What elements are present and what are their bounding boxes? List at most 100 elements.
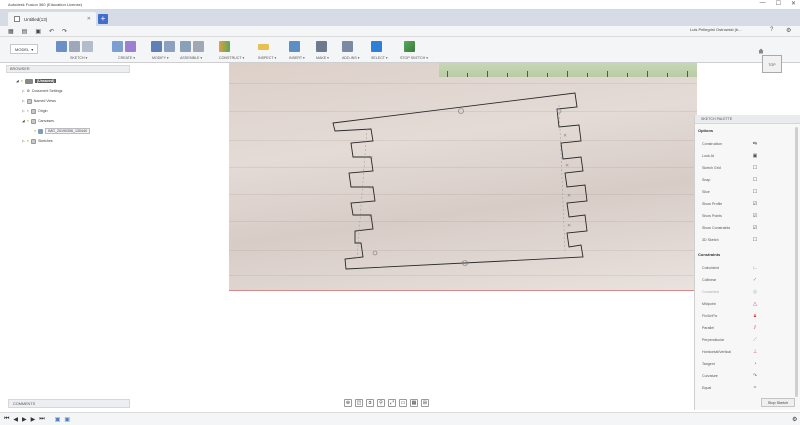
- settings-icon[interactable]: ⚙: [786, 27, 791, 34]
- display-settings-icon[interactable]: ▭: [399, 399, 407, 407]
- palette-option-show-points[interactable]: Show Points ☑: [702, 211, 794, 221]
- browser-item-root[interactable]: ◢ ● (Unsaved): [16, 77, 57, 85]
- expand-arrow-icon[interactable]: ▷: [22, 89, 25, 93]
- browser-item-canvases[interactable]: ◢ ● Canvases: [22, 117, 54, 125]
- look-at-icon[interactable]: ◫: [355, 399, 363, 407]
- constraint-glyph[interactable]: ✕: [567, 223, 571, 229]
- light-bulb-icon[interactable]: ●: [34, 129, 36, 133]
- fix-icon[interactable]: 🔒︎: [752, 313, 758, 319]
- line-icon[interactable]: [69, 41, 80, 52]
- parallel-icon[interactable]: ⫽: [752, 325, 758, 331]
- close-window-button[interactable]: ✕: [791, 0, 796, 7]
- design-canvas[interactable]: ✕ ✕ ✕ ✕ ✕ ✕ ✕: [229, 63, 697, 291]
- go-to-start-icon[interactable]: ⏮: [4, 416, 9, 423]
- minimize-button[interactable]: —: [760, 0, 766, 7]
- constraint-glyph[interactable]: ✕: [369, 215, 373, 221]
- expand-arrow-icon[interactable]: ▷: [22, 139, 25, 143]
- look-at-icon[interactable]: ▣: [752, 153, 758, 159]
- constraint-parallel[interactable]: Parallel ⫽: [702, 323, 794, 333]
- grid-settings-icon[interactable]: ▦: [410, 399, 418, 407]
- home-icon[interactable]: [758, 48, 764, 54]
- extrude-icon[interactable]: [112, 41, 123, 52]
- palette-option-sketch-grid[interactable]: Sketch Grid ☐: [702, 163, 794, 173]
- ribbon-group-addins[interactable]: ADD-INS ▾: [342, 41, 366, 62]
- constraint-horizontal-vertical[interactable]: Horizontal/Vertical ⊥: [702, 347, 794, 357]
- play-icon[interactable]: ▶: [22, 416, 27, 423]
- collinear-icon[interactable]: ✓: [752, 277, 758, 283]
- palette-option-snap[interactable]: Snap ☐: [702, 175, 794, 185]
- view-cube[interactable]: TOP: [758, 48, 786, 76]
- scripts-icon[interactable]: [342, 41, 353, 52]
- ribbon-group-create[interactable]: CREATE ▾: [112, 41, 148, 62]
- redo-icon[interactable]: ↷: [62, 28, 67, 35]
- press-pull-icon[interactable]: [151, 41, 162, 52]
- ribbon-group-construct[interactable]: CONSTRUCT ▾: [219, 41, 259, 62]
- maximize-button[interactable]: ☐: [776, 0, 781, 7]
- go-to-end-icon[interactable]: ⏭: [39, 416, 44, 423]
- select-cursor-icon[interactable]: [371, 41, 382, 52]
- sketch-point[interactable]: [372, 250, 378, 256]
- constraint-curvature[interactable]: Curvature ↷: [702, 371, 794, 381]
- constraints-section-title[interactable]: Constraints: [698, 252, 720, 257]
- constraint-tangent[interactable]: Tangent ◔: [702, 359, 794, 369]
- palette-option-show-profile[interactable]: Show Profile ☑: [702, 199, 794, 209]
- expand-arrow-icon[interactable]: ▷: [22, 109, 25, 113]
- palette-option-3d-sketch[interactable]: 3D Sketch ☐: [702, 235, 794, 245]
- constraint-glyph[interactable]: ✕: [369, 185, 373, 191]
- constraint-collinear[interactable]: Collinear ✓: [702, 275, 794, 285]
- create-sketch-icon[interactable]: [56, 41, 67, 52]
- timeline-settings-icon[interactable]: ⚙: [792, 416, 797, 423]
- stop-sketch-icon[interactable]: [404, 41, 415, 52]
- palette-option-construction[interactable]: Construction ⇆: [702, 139, 794, 149]
- curvature-icon[interactable]: ↷: [752, 373, 758, 379]
- sketch-palette-header[interactable]: SKETCH PALETTE: [695, 115, 800, 124]
- sketch-grid-icon[interactable]: ☐: [752, 165, 758, 171]
- collapse-arrow-icon[interactable]: ◢: [16, 79, 19, 83]
- snap-icon[interactable]: ☐: [752, 177, 758, 183]
- ribbon-group-stop-sketch[interactable]: STOP SKETCH ▾: [400, 41, 436, 62]
- help-icon[interactable]: ?: [770, 27, 773, 33]
- document-tab[interactable]: Untitled(13) ✕: [8, 12, 96, 26]
- constraint-glyph[interactable]: ✕: [567, 193, 571, 199]
- insert-image-icon[interactable]: [289, 41, 300, 52]
- new-component-icon[interactable]: [180, 41, 191, 52]
- offset-plane-icon[interactable]: [219, 41, 230, 52]
- constraint-glyph[interactable]: ✕: [563, 133, 567, 139]
- constraint-glyph[interactable]: ✕: [565, 163, 569, 169]
- user-account-name[interactable]: Luis Pellegrini Ostrowski (b...: [690, 27, 742, 32]
- timeline-feature-icon[interactable]: ▣: [64, 416, 70, 423]
- browser-header[interactable]: BROWSER: [6, 65, 130, 73]
- ribbon-group-sketch[interactable]: SKETCH ▾: [56, 41, 96, 62]
- palette-option-slice[interactable]: Slice ☐: [702, 187, 794, 197]
- comments-panel[interactable]: COMMENTS: [8, 399, 130, 408]
- expand-arrow-icon[interactable]: ▷: [22, 99, 25, 103]
- light-bulb-icon[interactable]: ●: [27, 119, 29, 123]
- sketch-profile[interactable]: [332, 92, 588, 270]
- ribbon-group-select[interactable]: SELECT ▾: [371, 41, 393, 62]
- construction-line[interactable]: [356, 128, 368, 260]
- perpendicular-icon[interactable]: ⟋: [752, 337, 758, 343]
- ribbon-group-assemble[interactable]: ASSEMBLE ▾: [180, 41, 222, 62]
- show-points-icon[interactable]: ☑: [752, 213, 758, 219]
- show-constraints-icon[interactable]: ☑: [752, 225, 758, 231]
- concentric-icon[interactable]: ◎: [752, 289, 758, 295]
- constraint-glyph[interactable]: ✕: [369, 155, 373, 161]
- save-icon[interactable]: ▣: [35, 28, 41, 35]
- fillet-icon[interactable]: [164, 41, 175, 52]
- timeline-feature-icon[interactable]: ▣: [55, 416, 61, 423]
- browser-item-canvas-image[interactable]: ● IMG_20190306_130440: [34, 127, 90, 135]
- constraint-perpendicular[interactable]: Perpendicular ⟋: [702, 335, 794, 345]
- rectangle-icon[interactable]: [82, 41, 93, 52]
- show-profile-icon[interactable]: ☑: [752, 201, 758, 207]
- browser-item-document-settings[interactable]: ▷ ⚙ Document Settings: [22, 87, 62, 95]
- construction-icon[interactable]: ⇆: [752, 141, 758, 147]
- stop-sketch-button[interactable]: Stop Sketch: [761, 398, 795, 407]
- constraint-coincident[interactable]: Coincident ∟: [702, 263, 794, 273]
- constraint-fix-unfix[interactable]: Fix/UnFix 🔒︎: [702, 311, 794, 321]
- midpoint-icon[interactable]: △: [752, 301, 758, 307]
- file-icon[interactable]: ▤: [22, 28, 28, 35]
- sphere-icon[interactable]: [125, 41, 136, 52]
- workspace-switcher[interactable]: MODEL ▾: [10, 44, 39, 54]
- constraint-midpoint[interactable]: Midpoint △: [702, 299, 794, 309]
- sketch-point[interactable]: [458, 108, 464, 114]
